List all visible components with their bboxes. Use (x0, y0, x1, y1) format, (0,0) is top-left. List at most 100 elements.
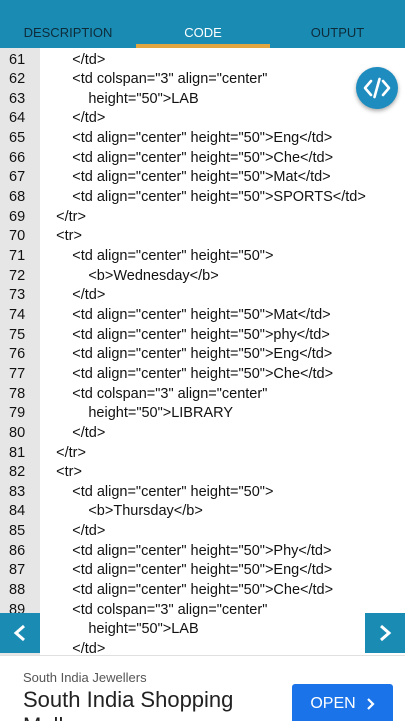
code-text: </td> (40, 523, 106, 540)
line-number: 86 (9, 542, 26, 559)
code-text: </td> (40, 287, 106, 304)
code-text: <td colspan="3" align="center" (40, 385, 268, 402)
ad-banner[interactable]: South India Jewellers South India Shoppi… (0, 655, 405, 721)
line-number: 78 (9, 385, 26, 402)
line-number: 70 (9, 228, 26, 245)
code-text: <tr> (40, 464, 82, 481)
line-number: 81 (9, 444, 26, 461)
code-text: <b>Thursday</b> (40, 503, 203, 520)
code-text: </td> (40, 641, 106, 655)
line-number: 63 (9, 90, 26, 107)
line-number: 62 (9, 71, 26, 88)
code-text: </td> (40, 424, 106, 441)
code-line: 67 <td align="center" height="50">Mat</t… (0, 168, 405, 188)
ad-advertiser: South India Jewellers (23, 670, 147, 685)
code-text: height="50">LAB (40, 621, 199, 638)
code-line: 85 </td> (0, 522, 405, 542)
code-line: 86 <td align="center" height="50">Phy</t… (0, 542, 405, 562)
code-line: 61 </td> (0, 51, 405, 71)
code-line: 76 <td align="center" height="50">Eng</t… (0, 345, 405, 365)
code-line: 72 <b>Wednesday</b> (0, 267, 405, 287)
code-line: 71 <td align="center" height="50"> (0, 247, 405, 267)
tab-code[interactable]: CODE (136, 0, 270, 48)
code-text: </tr> (40, 444, 86, 461)
code-line: 82 <tr> (0, 463, 405, 483)
chevron-right-icon (380, 624, 392, 642)
code-line: 74 <td align="center" height="50">Mat</t… (0, 306, 405, 326)
tab-description[interactable]: DESCRIPTION (0, 0, 136, 48)
line-number: 65 (9, 130, 26, 147)
code-line: 81 </tr> (0, 444, 405, 464)
line-number: 68 (9, 189, 26, 206)
tab-output[interactable]: OUTPUT (270, 0, 405, 48)
line-number: 79 (9, 405, 26, 422)
code-text: <td align="center" height="50">Che</td> (40, 365, 334, 382)
code-line: 62 <td colspan="3" align="center" (0, 70, 405, 90)
code-view-button[interactable] (356, 67, 398, 109)
code-line: 90 height="50">LAB (0, 620, 405, 640)
code-line: 87 <td align="center" height="50">Eng</t… (0, 561, 405, 581)
code-text: <td align="center" height="50"> (40, 248, 274, 264)
code-text: <td align="center" height="50">Che</td> (40, 582, 334, 599)
line-number: 74 (9, 306, 26, 323)
code-line: 84 <b>Thursday</b> (0, 502, 405, 522)
line-number: 71 (9, 248, 26, 264)
code-icon (363, 77, 391, 99)
line-number: 64 (9, 110, 26, 127)
code-line: 78 <td colspan="3" align="center" (0, 385, 405, 405)
code-line: 77 <td align="center" height="50">Che</t… (0, 365, 405, 385)
code-text: <td align="center" height="50">phy</td> (40, 326, 330, 343)
next-button[interactable] (365, 613, 405, 653)
code-text: <td align="center" height="50">Mat</td> (40, 306, 331, 323)
code-text: <td align="center" height="50">SPORTS</t… (40, 189, 366, 206)
code-text: <b>Wednesday</b> (40, 267, 219, 284)
tab-bar: DESCRIPTION CODE OUTPUT (0, 0, 405, 48)
line-number: 75 (9, 326, 26, 343)
line-number: 67 (9, 169, 26, 186)
line-number: 61 (9, 51, 26, 68)
chevron-left-icon (13, 624, 25, 642)
ad-open-button[interactable]: OPEN (292, 684, 393, 721)
line-number: 72 (9, 267, 26, 284)
code-text: <td align="center" height="50">Phy</td> (40, 542, 332, 559)
code-text: <td align="center" height="50">Mat</td> (40, 169, 331, 186)
code-text: height="50">LIBRARY (40, 405, 233, 422)
code-line: 80 </td> (0, 424, 405, 444)
code-line: 66 <td align="center" height="50">Che</t… (0, 149, 405, 169)
code-text: <td align="center" height="50"> (40, 483, 274, 500)
code-text: <td align="center" height="50">Eng</td> (40, 130, 333, 147)
line-number: 80 (9, 424, 26, 441)
code-text: height="50">LAB (40, 90, 199, 107)
code-line: 68 <td align="center" height="50">SPORTS… (0, 188, 405, 208)
line-number: 87 (9, 562, 26, 579)
code-line: 73 </td> (0, 286, 405, 306)
code-line: 83 <td align="center" height="50"> (0, 483, 405, 503)
line-number: 82 (9, 464, 26, 481)
line-number: 69 (9, 208, 26, 225)
code-text: <td colspan="3" align="center" (40, 601, 268, 618)
line-number: 76 (9, 346, 26, 363)
code-viewer[interactable]: 61 </td> 62 <td colspan="3" align="center… (0, 48, 405, 655)
line-number: 88 (9, 582, 26, 599)
line-number: 83 (9, 483, 26, 500)
code-line: 65 <td align="center" height="50">Eng</t… (0, 129, 405, 149)
code-line: 88 <td align="center" height="50">Che</t… (0, 581, 405, 601)
ad-title: South India Shopping (23, 687, 234, 712)
code-text: </tr> (40, 208, 86, 225)
line-number: 84 (9, 503, 26, 520)
code-text: <td align="center" height="50">Eng</td> (40, 346, 333, 363)
code-line: 79 height="50">LIBRARY (0, 404, 405, 424)
code-line: 89 <td colspan="3" align="center" (0, 601, 405, 621)
code-text: <tr> (40, 228, 82, 245)
line-number: 66 (9, 149, 26, 166)
line-number: 73 (9, 287, 26, 304)
chevron-right-icon (366, 698, 375, 710)
previous-button[interactable] (0, 613, 40, 653)
code-line: 69 </tr> (0, 208, 405, 228)
code-text: </td> (40, 110, 106, 127)
code-line: 70 <tr> (0, 227, 405, 247)
code-line: 75 <td align="center" height="50">phy</t… (0, 326, 405, 346)
code-line: 64 </td> (0, 109, 405, 129)
code-text: </td> (40, 51, 106, 68)
code-text: <td colspan="3" align="center" (40, 71, 268, 88)
